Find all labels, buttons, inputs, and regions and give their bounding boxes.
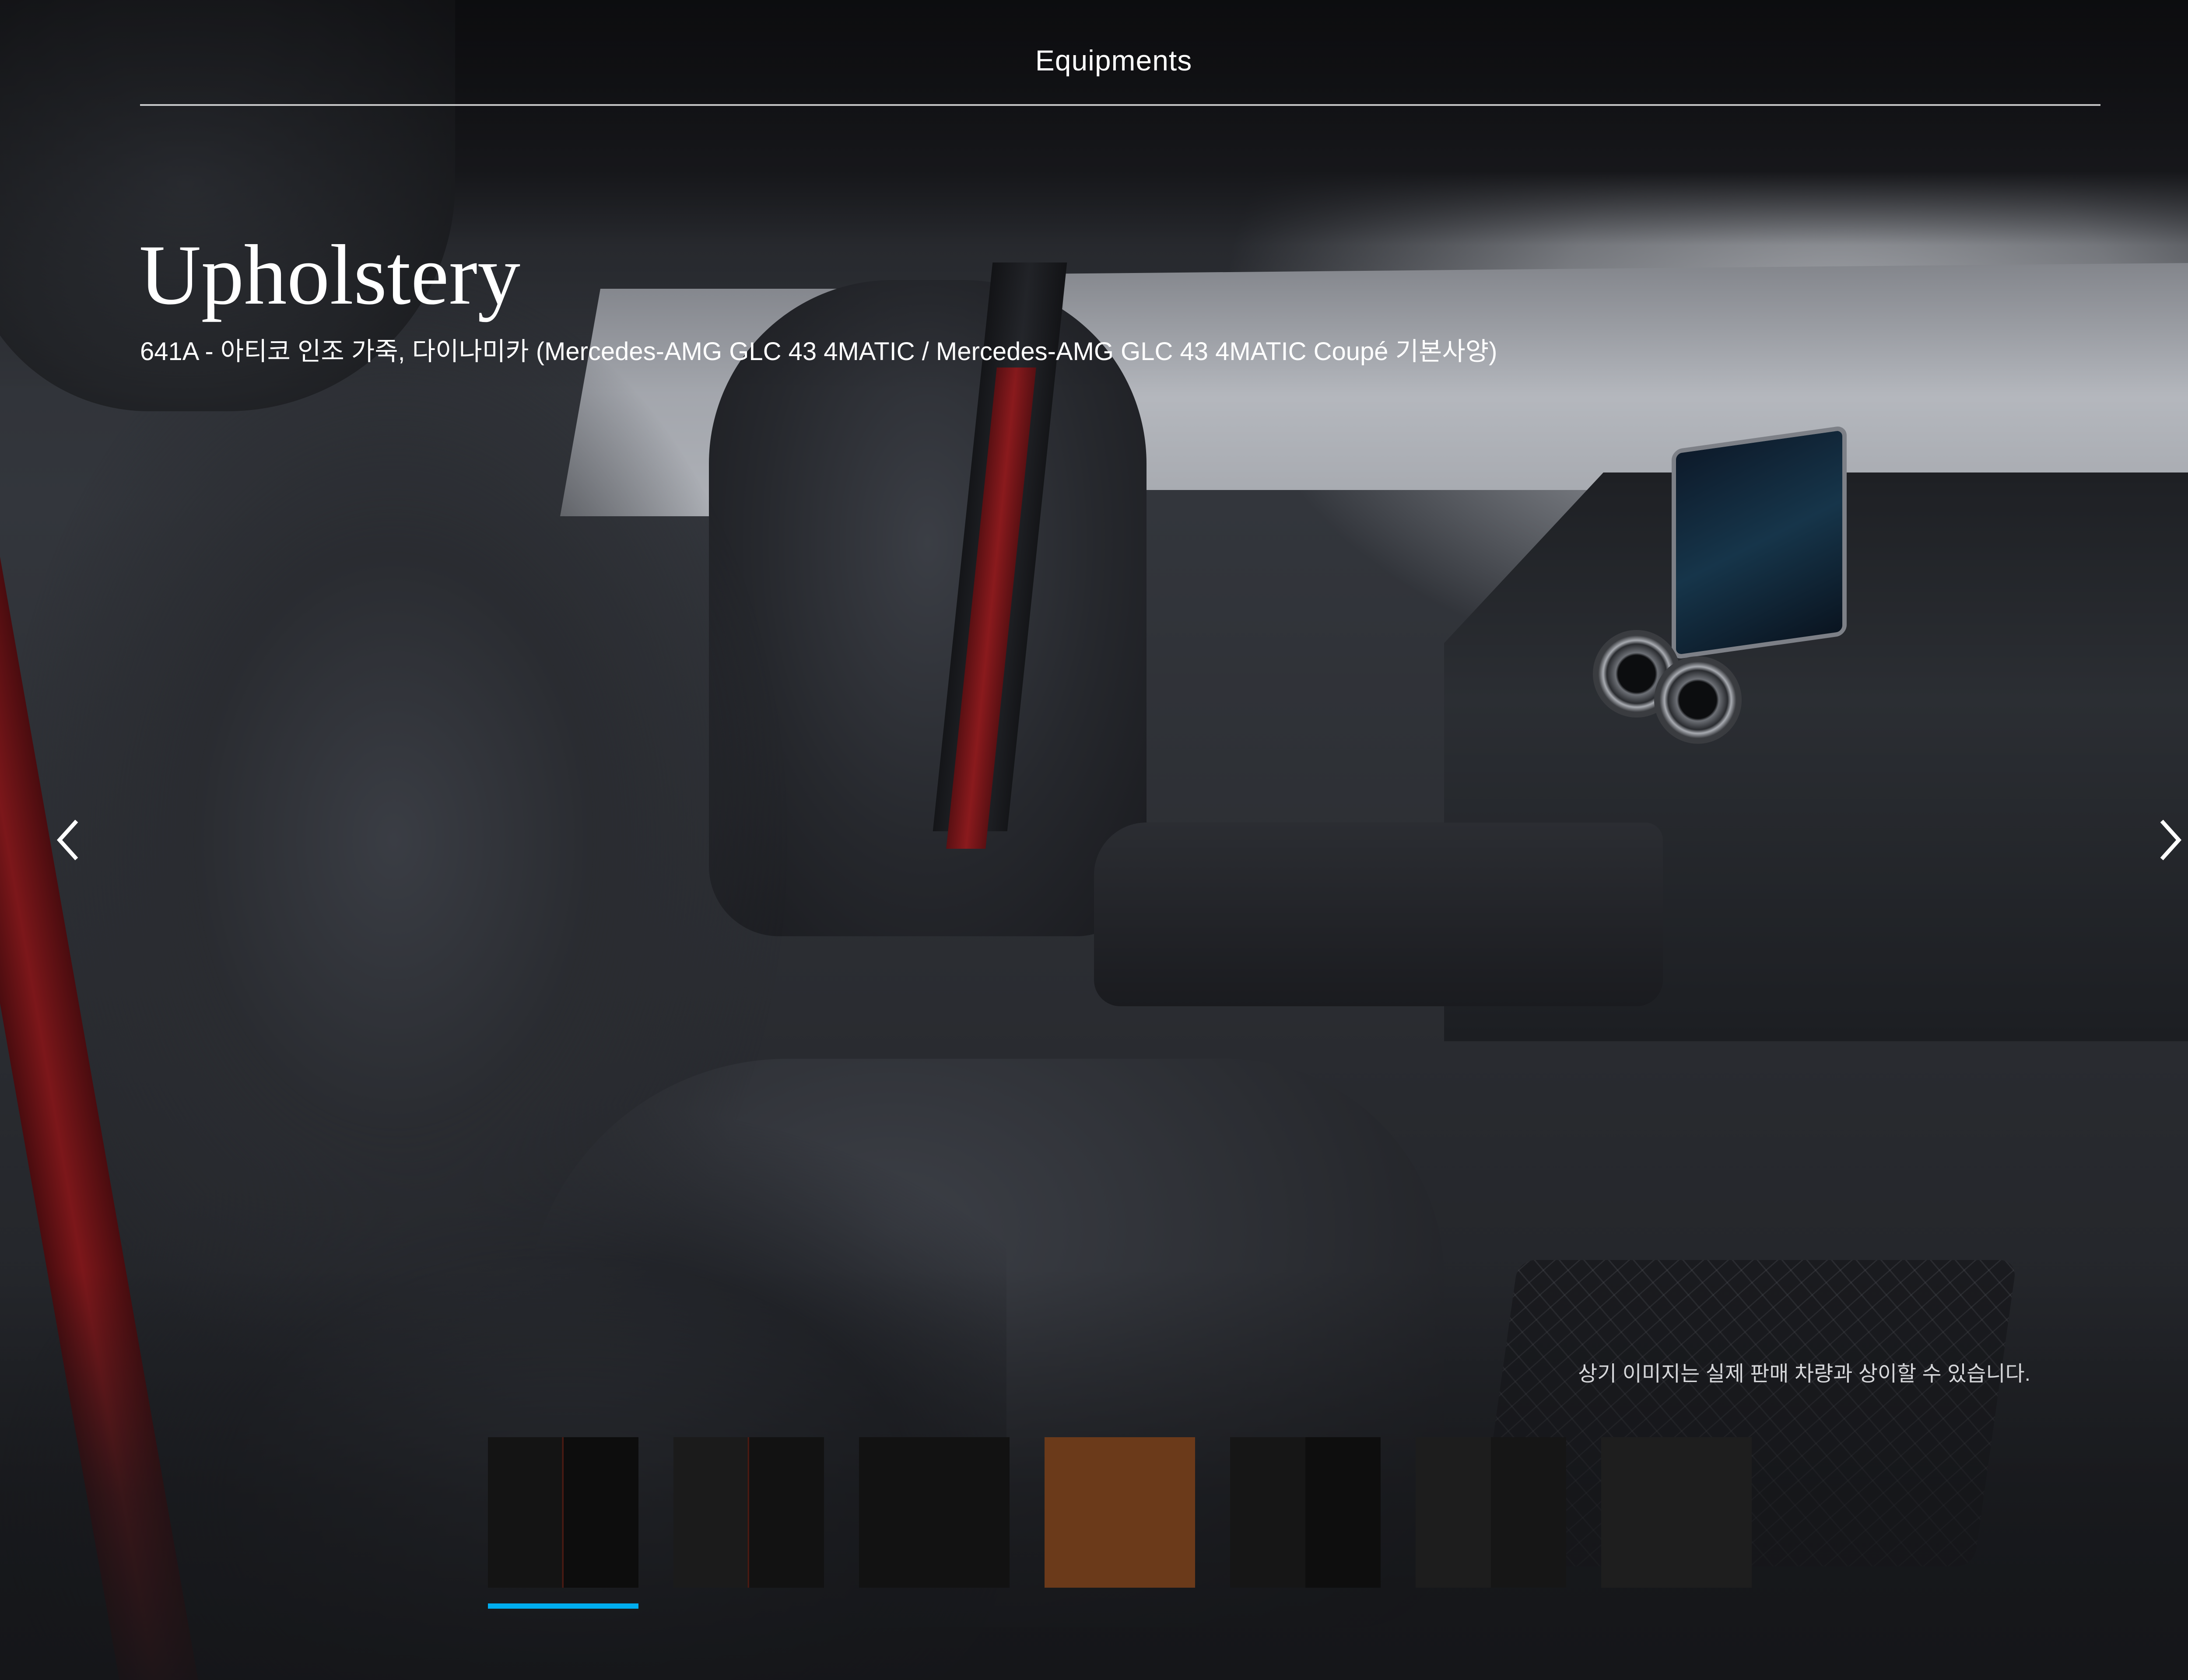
section-header-title: Equipments: [1035, 44, 1192, 77]
upholstery-swatch[interactable]: [1416, 1437, 1566, 1588]
next-button[interactable]: [2144, 814, 2188, 866]
upholstery-swatch[interactable]: [1230, 1437, 1381, 1588]
upholstery-screen: Equipments Upholstery 641A - 아티코 인조 가죽, …: [0, 0, 2188, 1680]
upholstery-swatch[interactable]: [859, 1437, 1010, 1588]
chevron-right-icon: [2160, 819, 2182, 861]
center-console-image: [1094, 822, 1663, 1006]
previous-button[interactable]: [42, 814, 94, 866]
upholstery-description: 641A - 아티코 인조 가죽, 다이나미카 (Mercedes-AMG GL…: [140, 337, 1497, 366]
upholstery-swatch[interactable]: [1045, 1437, 1195, 1588]
upholstery-swatch[interactable]: [488, 1437, 638, 1609]
image-disclaimer: 상기 이미지는 실제 판매 차량과 상이할 수 있습니다.: [1578, 1362, 2030, 1386]
upholstery-swatch-list: [488, 1437, 1752, 1609]
infotainment-display-image: [1672, 425, 1847, 660]
chevron-left-icon: [56, 819, 78, 861]
header-divider: [140, 104, 2100, 106]
upholstery-swatch[interactable]: [1601, 1437, 1752, 1588]
upholstery-swatch[interactable]: [673, 1437, 824, 1588]
air-vent-image: [1654, 656, 1742, 744]
selected-swatch-indicator: [488, 1603, 638, 1609]
page-title: Upholstery: [139, 228, 520, 323]
